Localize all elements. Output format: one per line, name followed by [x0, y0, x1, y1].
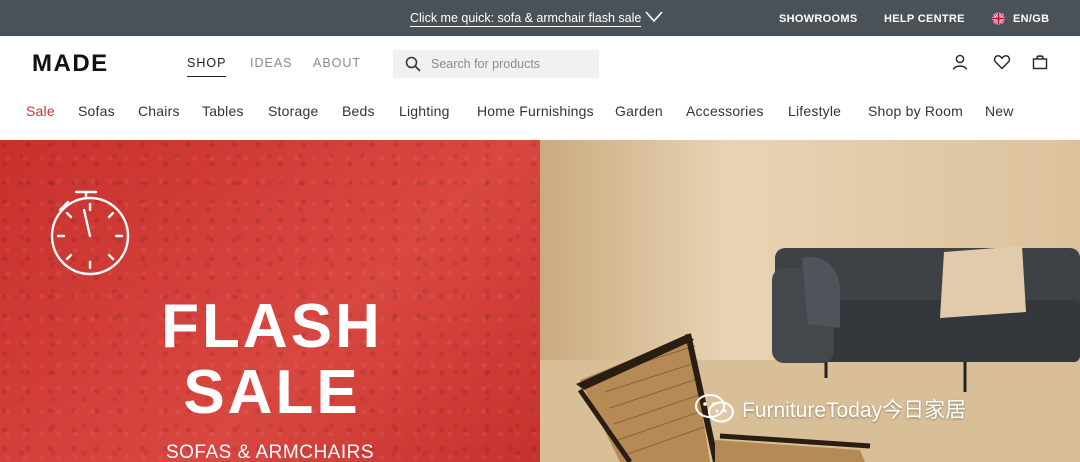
- stopwatch-icon: [50, 190, 130, 276]
- tab-about[interactable]: ABOUT: [313, 56, 361, 70]
- tab-ideas[interactable]: IDEAS: [250, 56, 293, 70]
- promo-link[interactable]: Click me quick: sofa & armchair flash sa…: [410, 11, 642, 27]
- tab-shop[interactable]: SHOP: [187, 56, 227, 77]
- watermark-text: FurnitureToday今日家居: [742, 399, 967, 422]
- flash-title-line2: SALE: [183, 358, 361, 427]
- category-beds[interactable]: Beds: [342, 103, 375, 119]
- search-box: [393, 50, 599, 78]
- search-input[interactable]: [431, 50, 591, 78]
- category-garden[interactable]: Garden: [615, 103, 663, 119]
- category-storage[interactable]: Storage: [268, 103, 318, 119]
- category-accessories[interactable]: Accessories: [686, 103, 764, 119]
- wechat-icon: [695, 394, 734, 423]
- made-logo[interactable]: MADE: [32, 50, 109, 78]
- lifestyle-photo[interactable]: FurnitureToday今日家居: [540, 140, 1080, 462]
- watermark: FurnitureToday今日家居: [694, 393, 966, 425]
- flash-sale-title: FLASH SALE: [152, 294, 392, 426]
- chevron-down-icon[interactable]: [645, 11, 663, 23]
- category-home-furnishings[interactable]: Home Furnishings: [477, 103, 594, 119]
- basket-icon[interactable]: [1031, 53, 1049, 71]
- flash-title-line1: FLASH: [161, 292, 383, 361]
- flash-sale-subtitle: SOFAS & ARMCHAIRS: [165, 442, 375, 462]
- promo-bar: Click me quick: sofa & armchair flash sa…: [0, 0, 1080, 36]
- uk-flag-icon: [992, 12, 1005, 25]
- search-icon[interactable]: [405, 56, 421, 72]
- flash-sale-panel[interactable]: FLASH SALE SOFAS & ARMCHAIRS: [0, 140, 540, 462]
- wishlist-heart-icon[interactable]: [993, 53, 1011, 71]
- site-header: MADE SHOP IDEAS ABOUT: [0, 36, 1080, 92]
- hero-banner[interactable]: FLASH SALE SOFAS & ARMCHAIRS FurnitureTo…: [0, 140, 1080, 462]
- category-sofas[interactable]: Sofas: [78, 103, 115, 119]
- category-new[interactable]: New: [985, 103, 1014, 119]
- category-lifestyle[interactable]: Lifestyle: [788, 103, 841, 119]
- category-shop-by-room[interactable]: Shop by Room: [868, 103, 963, 119]
- category-sale[interactable]: Sale: [26, 103, 55, 119]
- help-centre-link[interactable]: HELP CENTRE: [884, 13, 965, 25]
- showrooms-link[interactable]: SHOWROOMS: [779, 13, 857, 25]
- locale-selector[interactable]: EN/GB: [1013, 13, 1049, 25]
- category-lighting[interactable]: Lighting: [399, 103, 450, 119]
- account-icon[interactable]: [951, 53, 969, 71]
- category-nav: Sale Sofas Chairs Tables Storage Beds Li…: [0, 92, 1080, 140]
- category-tables[interactable]: Tables: [202, 103, 244, 119]
- category-chairs[interactable]: Chairs: [138, 103, 180, 119]
